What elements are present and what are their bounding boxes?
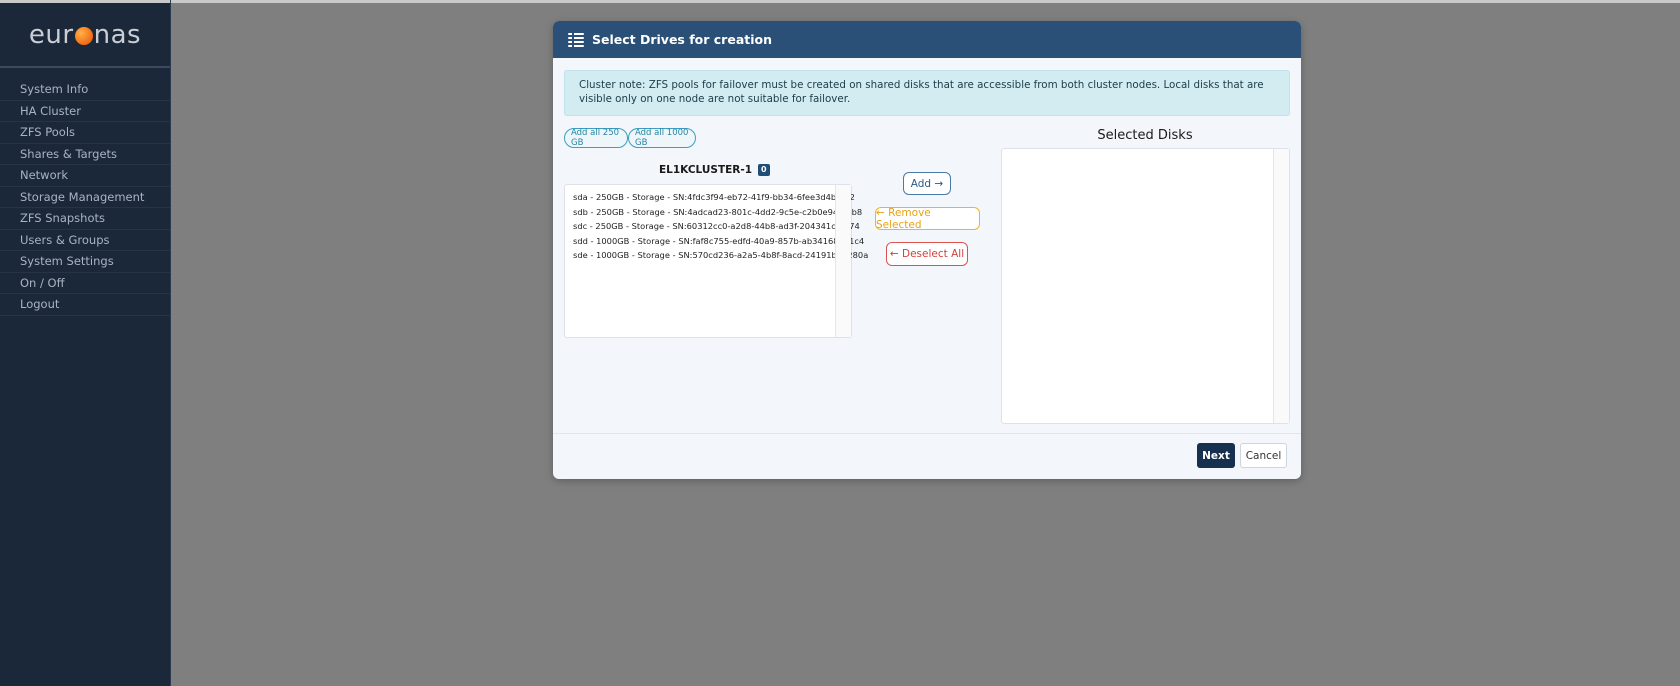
modal-title: Select Drives for creation — [592, 32, 772, 47]
cancel-button[interactable]: Cancel — [1240, 443, 1287, 468]
logo-text-right: nas — [93, 19, 142, 50]
host-count-badge: 0 — [758, 164, 770, 176]
cluster-note-alert: Cluster note: ZFS pools for failover mus… — [564, 70, 1290, 116]
sidebar-item-on-off[interactable]: On / Off — [0, 273, 170, 294]
disk-option[interactable]: sde - 1000GB - Storage - SN:570cd236-a2a… — [565, 248, 868, 263]
sidebar-item-system-settings[interactable]: System Settings — [0, 251, 170, 273]
sidebar-item-storage-management[interactable]: Storage Management — [0, 187, 170, 208]
modal-header: Select Drives for creation — [553, 21, 1301, 58]
modal-footer: Next Cancel — [553, 433, 1301, 479]
selected-disks-scrollbar[interactable] — [1273, 149, 1289, 423]
logo-orb-icon — [74, 26, 93, 45]
sidebar-item-users-groups[interactable]: Users & Groups — [0, 230, 170, 251]
sidebar-item-ha-cluster[interactable]: HA Cluster — [0, 101, 170, 122]
deselect-all-button[interactable]: ← Deselect All — [886, 242, 968, 266]
euronas-logo[interactable]: eur nas — [0, 3, 170, 68]
sidebar-item-system-info[interactable]: System Info — [0, 79, 170, 101]
add-button[interactable]: Add → — [903, 172, 951, 195]
available-disks-scrollbar[interactable] — [835, 185, 851, 337]
disk-option[interactable]: sdc - 250GB - Storage - SN:60312cc0-a2d8… — [565, 219, 860, 234]
sidebar-nav: System Info HA Cluster ZFS Pools Shares … — [0, 79, 170, 316]
sidebar: eur nas System Info HA Cluster ZFS Pools … — [0, 0, 171, 686]
sidebar-item-network[interactable]: Network — [0, 165, 170, 187]
add-all-250gb-button[interactable]: Add all 250 GB — [564, 128, 628, 148]
add-all-1000gb-button[interactable]: Add all 1000 GB — [628, 128, 696, 148]
top-bar — [171, 0, 1680, 3]
select-drives-modal: Select Drives for creation Cluster note:… — [553, 21, 1301, 479]
next-button[interactable]: Next — [1197, 443, 1235, 468]
host-heading: EL1KCLUSTER-1 0 — [659, 164, 770, 176]
sidebar-item-zfs-snapshots[interactable]: ZFS Snapshots — [0, 208, 170, 230]
selected-disks-title: Selected Disks — [1097, 128, 1193, 143]
sidebar-item-shares-targets[interactable]: Shares & Targets — [0, 144, 170, 165]
selected-disks-list[interactable] — [1001, 148, 1290, 424]
logo-text-left: eur — [28, 19, 74, 50]
disk-option[interactable]: sdd - 1000GB - Storage - SN:faf8c755-edf… — [565, 234, 864, 249]
available-disks-list[interactable]: sda - 250GB - Storage - SN:4fdc3f94-eb72… — [564, 184, 868, 338]
disk-option[interactable]: sda - 250GB - Storage - SN:4fdc3f94-eb72… — [565, 190, 855, 205]
list-icon — [568, 32, 584, 47]
disk-option[interactable]: sdb - 250GB - Storage - SN:4adcad23-801c… — [565, 205, 862, 220]
sidebar-item-logout[interactable]: Logout — [0, 294, 170, 316]
remove-selected-button[interactable]: ← Remove Selected — [875, 207, 980, 231]
host-name: EL1KCLUSTER-1 — [659, 164, 753, 176]
sidebar-item-zfs-pools[interactable]: ZFS Pools — [0, 122, 170, 144]
